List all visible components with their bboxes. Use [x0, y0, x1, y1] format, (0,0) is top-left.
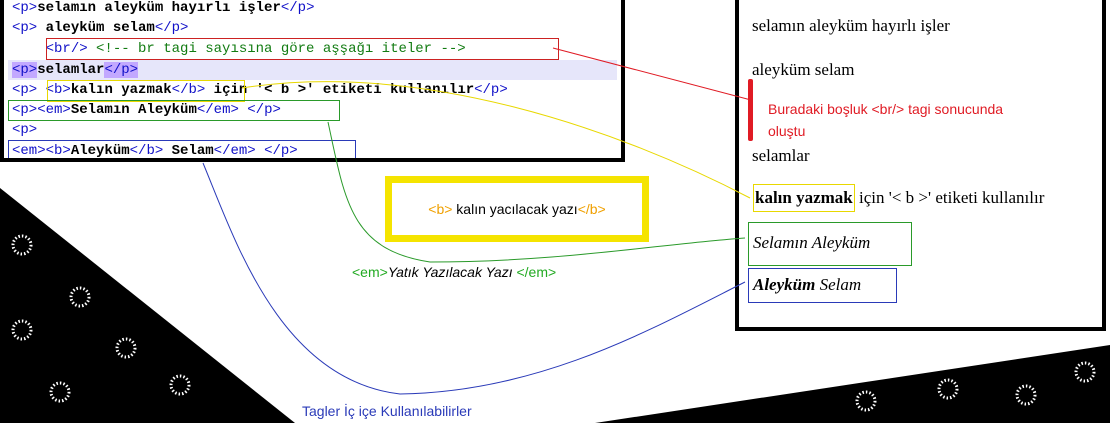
code-tag: <br/> [46, 41, 88, 57]
left-black-triangle [0, 188, 295, 423]
code-tag: </em> [197, 102, 239, 118]
bold-line-rest: için '< b >' etiketi kullanılır [855, 188, 1045, 207]
br-explanation-note: Buradaki boşluk <br/> tagi sonucunda olu… [768, 98, 1008, 142]
code-line: <p>selamın aleyküm hayırlı işler</p> [12, 0, 314, 18]
render-line-2: aleyküm selam [752, 60, 854, 80]
code-panel: <p>selamın aleyküm hayırlı işler</p> <p>… [0, 0, 625, 162]
code-tag: <p> [12, 102, 37, 118]
code-comment: <!-- br tagi sayısına göre aşşağı iteler… [88, 41, 466, 57]
code-line: <em><b>Aleyküm</b> Selam</em> </p> [12, 141, 298, 161]
render-bold-line: kalın yazmak için '< b >' etiketi kullan… [753, 184, 1044, 212]
nested-line-box: Aleyküm Selam [748, 268, 897, 303]
bold-tag-callout: <b> kalın yacılacak yazı</b> [385, 176, 649, 242]
em-tag-note: <em>Yatık Yazılacak Yazı </em> [352, 264, 556, 280]
code-tag: <b> [46, 143, 71, 159]
right-black-wedge [595, 345, 1110, 423]
bold-close-tag: </b> [578, 201, 606, 217]
code-text [256, 143, 264, 159]
code-text: kalın yazmak [71, 82, 172, 98]
code-tag: <p> [12, 82, 37, 98]
code-tag: </p> [104, 62, 138, 78]
code-line: <p>selamlar</p> [12, 60, 138, 80]
code-tag: </p> [247, 102, 281, 118]
nested-rest: Selam [815, 275, 861, 294]
bold-callout-text: kalın yacılacak yazı [452, 201, 577, 217]
code-text [12, 41, 46, 57]
code-tag: </p> [155, 20, 189, 36]
nesting-note: Tagler İç içe Kullanılabilirler [302, 403, 472, 419]
code-tag: </em> [214, 143, 256, 159]
code-text: Aleyküm [71, 143, 130, 159]
code-text: selamın aleyküm hayırlı işler [37, 0, 281, 16]
code-tag: <b> [46, 82, 71, 98]
bold-word: kalın yazmak [755, 188, 853, 207]
nested-line: Aleyküm Selam [753, 275, 861, 294]
code-tag: </p> [281, 0, 315, 16]
code-line: <p> aleyküm selam</p> [12, 18, 188, 38]
code-tag: <p> [12, 122, 37, 138]
em-open-tag: <em> [352, 264, 388, 280]
code-tag: </p> [264, 143, 298, 159]
em-close-tag: </em> [516, 264, 556, 280]
code-tag: <p> [12, 62, 37, 78]
code-tag: </p> [474, 82, 508, 98]
render-line-1: selamın aleyküm hayırlı işler [752, 16, 950, 36]
em-note-text: Yatık Yazılacak Yazı [388, 264, 513, 280]
code-text [37, 82, 45, 98]
code-tag: </b> [130, 143, 164, 159]
italic-line-box: Selamın Aleyküm [748, 222, 912, 266]
italic-line: Selamın Aleyküm [753, 233, 870, 252]
bold-word-box: kalın yazmak [753, 184, 855, 212]
bold-open-tag: <b> [428, 201, 452, 217]
code-line: <p><em>Selamın Aleyküm</em> </p> [12, 100, 281, 120]
nested-bold-word: Aleyküm [753, 275, 815, 294]
render-panel: selamın aleyküm hayırlı işler aleyküm se… [735, 0, 1106, 331]
code-tag: <p> [12, 0, 37, 16]
code-text: Selam [163, 143, 213, 159]
code-text: aleyküm selam [37, 20, 155, 36]
code-line: <br/> <!-- br tagi sayısına göre aşşağı … [12, 39, 466, 59]
code-text: Selamın Aleyküm [71, 102, 197, 118]
render-line-3: selamlar [752, 146, 810, 166]
code-line: <p> <b>kalın yazmak</b> için '< b >' eti… [12, 80, 508, 100]
code-tag: <em> [37, 102, 71, 118]
code-tag: <em> [12, 143, 46, 159]
code-line: <p> [12, 120, 37, 140]
code-text: selamlar [37, 62, 104, 78]
red-marker-bar [748, 79, 753, 141]
code-tag: <p> [12, 20, 37, 36]
code-text: için '< b >' etiketi kullanılır [205, 82, 474, 98]
code-tag: </b> [172, 82, 206, 98]
